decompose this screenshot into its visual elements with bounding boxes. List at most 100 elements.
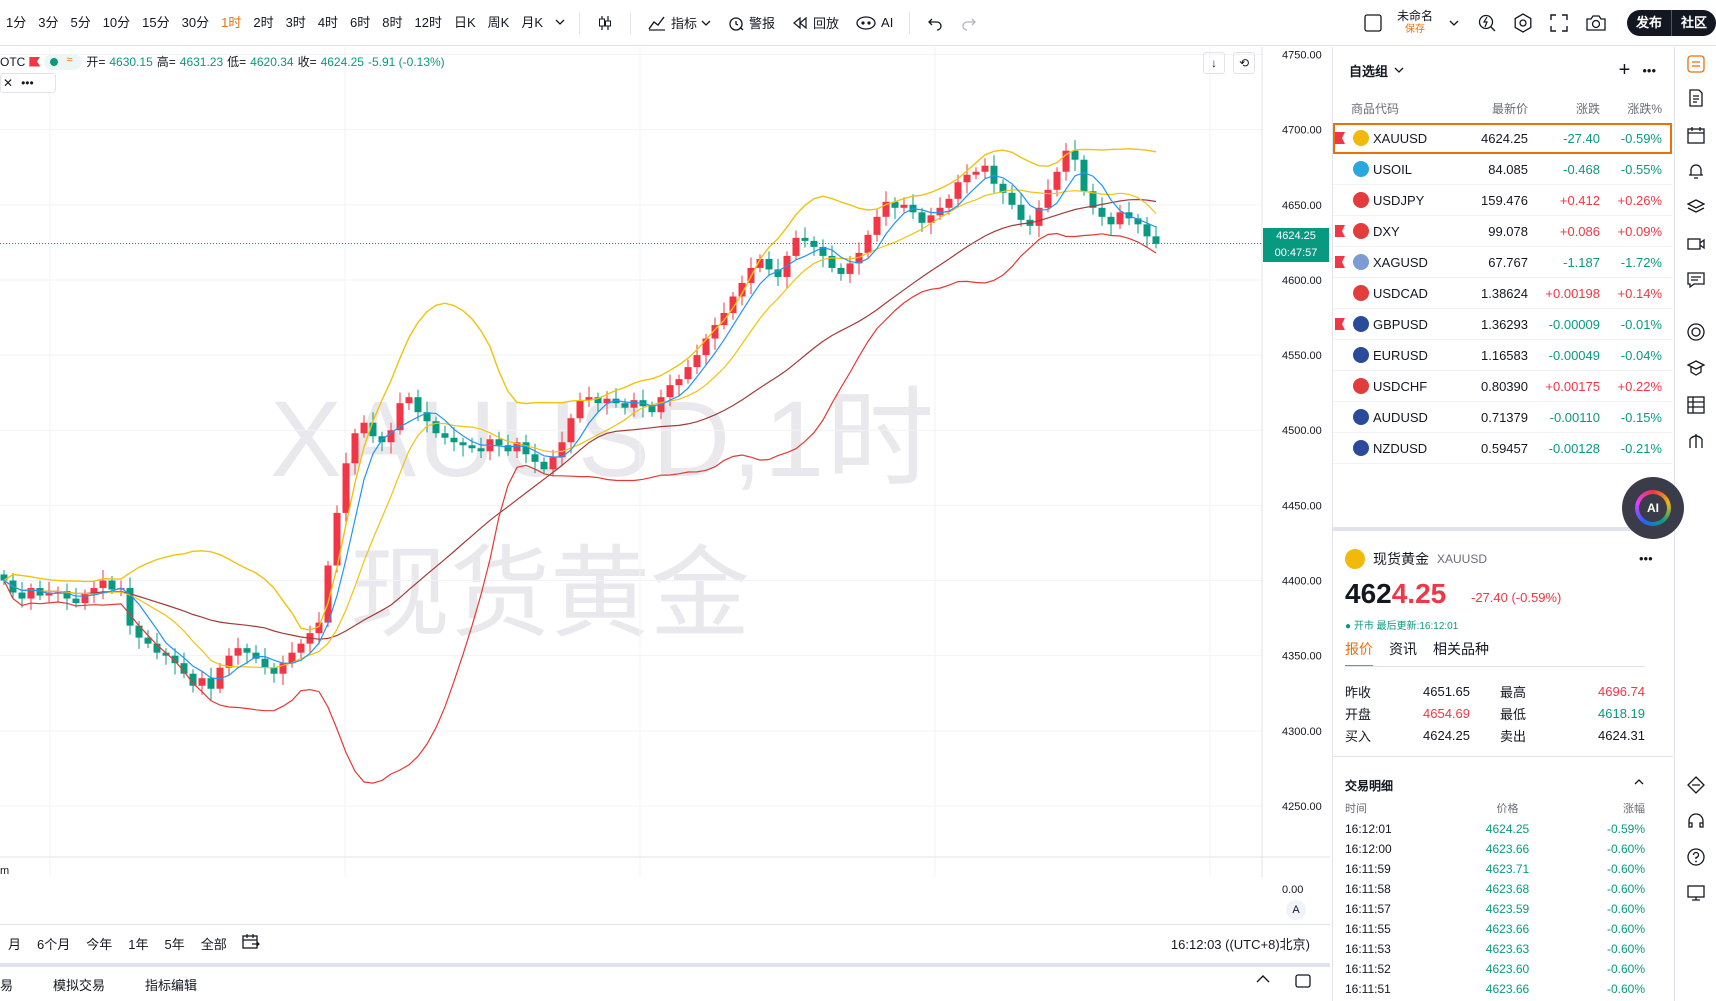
download-button[interactable]: ↓: [1203, 52, 1225, 74]
interval-6[interactable]: 1时: [215, 0, 247, 46]
auto-scale-button[interactable]: A: [1286, 900, 1306, 920]
range-2[interactable]: 今年: [78, 934, 120, 953]
candle-body[interactable]: [963, 174, 971, 183]
chevron-down-icon[interactable]: [1394, 65, 1404, 75]
candle-body[interactable]: [243, 648, 251, 653]
candle-body[interactable]: [1044, 189, 1052, 208]
candle-body[interactable]: [648, 406, 656, 413]
flag-icon[interactable]: [29, 56, 41, 67]
candle-body[interactable]: [549, 457, 557, 470]
tab-pine-editor[interactable]: 指标编辑: [125, 975, 217, 994]
col-symbol[interactable]: 商品代码: [1333, 100, 1453, 117]
video-icon[interactable]: [1686, 234, 1706, 254]
range-4[interactable]: 5年: [157, 934, 193, 953]
range-0[interactable]: 月: [0, 934, 29, 953]
candle-body[interactable]: [1017, 204, 1025, 220]
watchlist-row[interactable]: EURUSD 1.16583 -0.00049 -0.04%: [1333, 340, 1672, 371]
alarm-bell-icon[interactable]: [1686, 161, 1706, 181]
candle-body[interactable]: [567, 418, 575, 443]
candle-body[interactable]: [684, 367, 692, 380]
interval-0[interactable]: 1分: [0, 0, 32, 46]
candle-body[interactable]: [666, 385, 674, 398]
watchlist-row[interactable]: NZDUSD 0.59457 -0.00128 -0.21%: [1333, 433, 1672, 464]
replay-button[interactable]: 回放: [783, 0, 847, 46]
candle-body[interactable]: [945, 198, 953, 208]
interval-2[interactable]: 5分: [64, 0, 96, 46]
interval-12[interactable]: 12时: [409, 0, 448, 46]
settings-button[interactable]: [1505, 0, 1541, 46]
watchlist-row[interactable]: DXY 99.078 +0.086 +0.09%: [1333, 216, 1672, 247]
timezone-label[interactable]: 16:12:03 ((UTC+8)北京): [1171, 934, 1310, 953]
col-last[interactable]: 最新价: [1453, 100, 1528, 117]
candle-body[interactable]: [1071, 150, 1079, 160]
candle-body[interactable]: [99, 580, 107, 589]
interval-14[interactable]: 周K: [482, 0, 516, 46]
candle-body[interactable]: [351, 433, 359, 464]
layout-name-button[interactable]: 未命名 保存: [1391, 9, 1439, 37]
candle-body[interactable]: [972, 171, 980, 175]
detail-tab-2[interactable]: 相关品种: [1433, 639, 1489, 667]
candle-body[interactable]: [630, 400, 638, 408]
candle-body[interactable]: [936, 207, 944, 216]
candle-body[interactable]: [1143, 224, 1151, 237]
watchlist-row[interactable]: XAUUSD 4624.25 -27.40 -0.59%: [1333, 123, 1672, 154]
candle-body[interactable]: [450, 437, 458, 443]
tab-paper-trading[interactable]: 模拟交易: [33, 975, 125, 994]
candle-body[interactable]: [576, 400, 584, 419]
add-symbol-icon[interactable]: +: [1619, 59, 1631, 82]
target-icon[interactable]: [1686, 322, 1706, 342]
range-3[interactable]: 1年: [120, 934, 156, 953]
table-icon[interactable]: [1686, 395, 1706, 415]
candle-body[interactable]: [900, 204, 908, 208]
candle-body[interactable]: [792, 237, 800, 256]
tree-icon[interactable]: [1686, 431, 1706, 451]
chevron-up-icon[interactable]: [1255, 973, 1271, 988]
candle-body[interactable]: [1116, 212, 1124, 225]
chart-type-button[interactable]: [588, 0, 622, 46]
candle-body[interactable]: [1107, 216, 1115, 225]
watchlist-title[interactable]: 自选组: [1349, 61, 1388, 80]
chevron-up-icon[interactable]: [1633, 775, 1645, 790]
watchlist-icon[interactable]: [1686, 54, 1706, 74]
candle-body[interactable]: [198, 678, 206, 686]
candle-body[interactable]: [387, 430, 395, 443]
chevron-down-icon[interactable]: [549, 15, 571, 30]
quick-search-button[interactable]: [1469, 0, 1505, 46]
layers-icon[interactable]: [1686, 197, 1706, 217]
candle-body[interactable]: [135, 625, 143, 638]
document-icon[interactable]: [1686, 88, 1706, 108]
screenshot-button[interactable]: [1577, 0, 1615, 46]
detail-tab-0[interactable]: 报价: [1345, 639, 1373, 667]
publish-button[interactable]: 发布: [1626, 10, 1671, 36]
chat-icon[interactable]: [1686, 270, 1706, 290]
candle-body[interactable]: [837, 267, 845, 274]
candle-body[interactable]: [495, 439, 503, 446]
alert-button[interactable]: 警报: [719, 0, 783, 46]
candle-body[interactable]: [531, 454, 539, 462]
candle-body[interactable]: [873, 216, 881, 235]
candle-body[interactable]: [1053, 171, 1061, 190]
candle-body[interactable]: [297, 643, 305, 653]
ai-button[interactable]: AI: [847, 0, 901, 46]
candle-body[interactable]: [468, 445, 476, 449]
candle-body[interactable]: [846, 263, 854, 274]
candle-body[interactable]: [18, 592, 26, 599]
more-icon[interactable]: •••: [1642, 63, 1656, 78]
watchlist-row[interactable]: GBPUSD 1.36293 -0.00009 -0.01%: [1333, 309, 1672, 340]
community-button[interactable]: 社区: [1670, 10, 1716, 36]
candle-body[interactable]: [540, 461, 548, 470]
candle-body[interactable]: [270, 667, 278, 674]
candle-body[interactable]: [441, 433, 449, 438]
range-5[interactable]: 全部: [193, 934, 235, 953]
screen-icon[interactable]: [1686, 883, 1706, 903]
price-chart[interactable]: 4250.00 4300.00 4350.00 4400.00 4450.00 4500.…: [0, 47, 1330, 877]
interval-5[interactable]: 30分: [176, 0, 215, 46]
sync-button[interactable]: ⟲: [1233, 52, 1255, 74]
candle-body[interactable]: [459, 442, 467, 446]
col-change[interactable]: 涨跌: [1528, 100, 1600, 117]
fullscreen-button[interactable]: [1541, 0, 1577, 46]
candle-body[interactable]: [108, 580, 116, 590]
help-icon[interactable]: [1686, 847, 1706, 867]
candle-body[interactable]: [1008, 192, 1016, 205]
candle-body[interactable]: [414, 397, 422, 413]
